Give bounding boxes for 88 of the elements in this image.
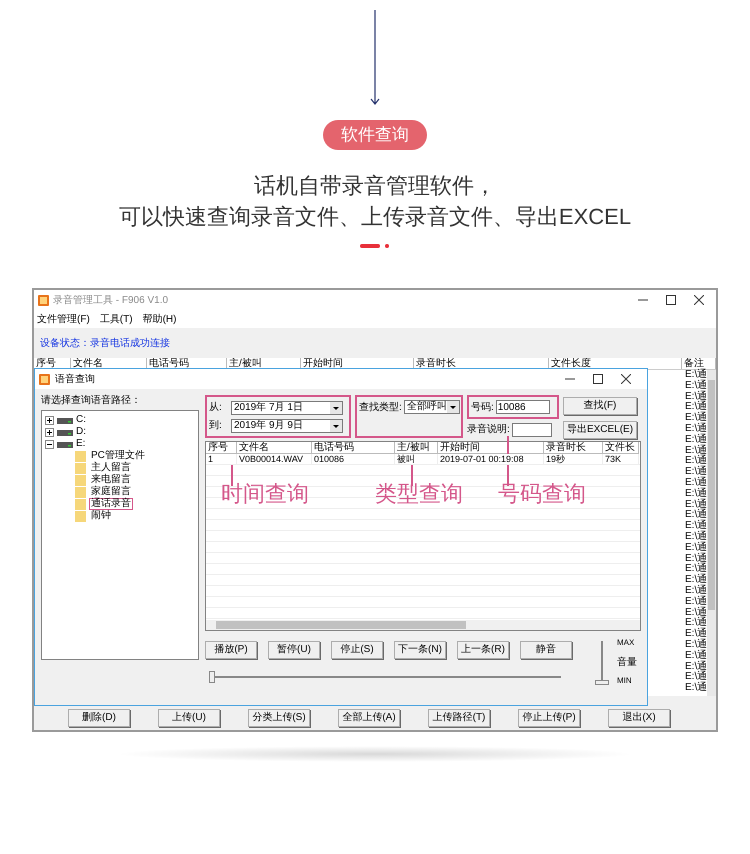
table-cell-text: E:\通: [685, 456, 707, 466]
dialog-button[interactable]: 分类上传(S): [248, 709, 310, 727]
table-cell-text: E:\通: [685, 370, 707, 380]
table-cell: 1: [206, 454, 237, 464]
dialog-button[interactable]: 暂停(U): [268, 641, 320, 659]
tree-item[interactable]: C:: [76, 414, 86, 426]
volume-label: 音量: [617, 656, 637, 670]
dialog-button[interactable]: 上一条(R): [457, 641, 509, 659]
dialog-button[interactable]: 退出(X): [608, 709, 670, 727]
tree-item[interactable]: D:: [76, 426, 86, 438]
table-cell-text: E:\通: [685, 532, 707, 542]
table-cell-text: E:\通: [685, 596, 707, 607]
table-cell-text: E:\通: [685, 434, 707, 445]
dialog-title: 语音查询: [55, 372, 95, 386]
dialog-button[interactable]: 下一条(N): [394, 641, 446, 659]
table-cell-text: E:\通: [685, 542, 707, 553]
menu-item[interactable]: 帮助(H): [142, 312, 176, 326]
dropdown[interactable]: 2019年 7月 1日: [231, 400, 343, 414]
dialog-button[interactable]: 全部上传(A): [338, 709, 400, 727]
table-cell-text: E:\通: [685, 392, 707, 402]
section-badge: 软件查询: [323, 120, 427, 150]
from-label: 从:: [209, 400, 223, 415]
table-cell: E:\通: [685, 683, 707, 694]
table-cell-text: E:\通: [685, 380, 707, 391]
tree-item[interactable]: 来电留言: [89, 474, 133, 486]
number-label: 号码:: [471, 400, 494, 414]
tree-item[interactable]: E:: [76, 438, 86, 450]
table-cell: V0B00014.WAV: [237, 454, 312, 464]
volume-min-label: MIN: [617, 675, 633, 687]
tree-item[interactable]: 通话录音: [89, 498, 133, 510]
table-cell-text: E:\通: [685, 618, 707, 628]
dropdown[interactable]: 2019年 9月 9日: [231, 418, 343, 432]
number-field[interactable]: 10086: [496, 400, 550, 414]
window-title: 录音管理工具 - F906 V1.0: [53, 294, 168, 308]
table-cell-text: E:\通: [685, 446, 707, 456]
dialog-button[interactable]: 静音: [520, 641, 572, 659]
dialog-button[interactable]: 查找(F): [563, 397, 637, 415]
tree-item[interactable]: 主人留言: [89, 462, 133, 474]
tree-item[interactable]: 家庭留言: [89, 486, 133, 498]
annotation-label: 类型查询: [375, 481, 463, 507]
table-cell-text: E:\通: [685, 402, 707, 412]
dialog-button[interactable]: 停止上传(P): [518, 709, 580, 727]
table-cell: 2019-07-01 00:19:08: [438, 454, 544, 464]
menu-item[interactable]: 文件管理(F): [37, 312, 90, 326]
volume-max-label: MAX: [617, 637, 636, 649]
table-cell-text: E:\通: [685, 500, 707, 510]
to-label: 到:: [209, 419, 223, 433]
table-cell-text: E:\通: [685, 478, 707, 488]
table-cell-text: E:\通: [685, 586, 707, 596]
tree-item[interactable]: 闹钟: [89, 510, 113, 522]
table-cell-text: E:\通: [685, 564, 707, 574]
table-cell-text: E:\通: [685, 424, 707, 434]
column-header[interactable]: 电话号码: [147, 358, 227, 369]
path-label: 请选择查询语音路径：: [41, 395, 142, 407]
table-cell-text: E:\通: [685, 629, 707, 640]
type-label: 查找类型:: [359, 400, 402, 415]
table-cell-text: E:\通: [685, 413, 707, 424]
device-status: 设备状态：录音电话成功连接: [40, 336, 170, 350]
table-cell-text: E:\通: [685, 467, 707, 478]
annotation-label: 号码查询: [498, 481, 586, 507]
dialog-button[interactable]: 上传路径(T): [428, 709, 490, 727]
dialog-button[interactable]: 上传(U): [158, 709, 220, 727]
menu-item[interactable]: 工具(T): [100, 312, 133, 326]
column-header[interactable]: 开始时间: [301, 358, 414, 369]
table-cell: 010086: [312, 454, 395, 464]
dropdown[interactable]: 全部呼叫: [404, 400, 460, 414]
table-cell-text: E:\通: [685, 510, 707, 520]
table-cell-text: E:\通: [685, 662, 707, 672]
table-cell-text: E:\通: [685, 650, 707, 661]
table-cell-text: E:\通: [685, 554, 707, 564]
dialog-button[interactable]: 导出EXCEL(E): [563, 421, 637, 439]
dialog-button[interactable]: 停止(S): [331, 641, 383, 659]
note-label: 录音说明:: [467, 422, 510, 437]
table-cell-text: E:\通: [685, 640, 707, 650]
headline-text: 话机自带录音管理软件，: [254, 172, 496, 200]
table-cell: 73K: [603, 454, 639, 464]
headline-text: 可以快速查询录音文件、上传录音文件、导出EXCEL: [118, 203, 632, 231]
table-cell: 19秒: [544, 454, 603, 464]
tree-item[interactable]: PC管理文件: [89, 450, 147, 462]
dialog-button[interactable]: 播放(P): [205, 641, 257, 659]
table-cell: 被叫: [395, 454, 438, 464]
table-cell-text: E:\通: [685, 521, 707, 532]
table-cell-text: E:\通: [685, 488, 707, 499]
table-cell-text: E:\通: [685, 672, 707, 682]
table-cell-text: E:\通: [685, 575, 707, 586]
table-cell-text: E:\通: [685, 608, 707, 618]
annotation-label: 时间查询: [221, 481, 309, 507]
dialog-button[interactable]: 删除(D): [68, 709, 130, 727]
